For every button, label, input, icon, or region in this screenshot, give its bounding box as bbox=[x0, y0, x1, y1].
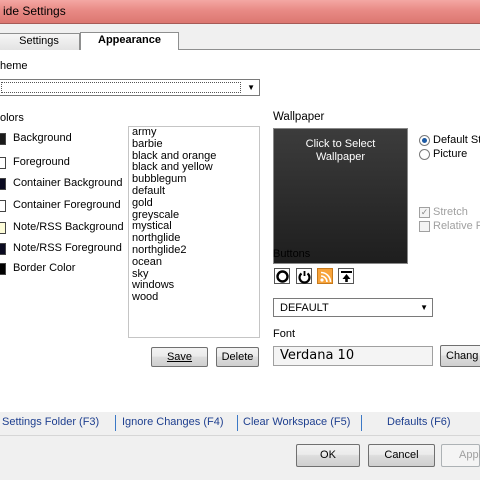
list-item[interactable]: wood bbox=[129, 291, 259, 304]
shortcut-bar: Settings Folder (F3) Ignore Changes (F4)… bbox=[0, 414, 480, 432]
theme-label: heme bbox=[0, 60, 28, 72]
title-bar: ide Settings bbox=[0, 0, 480, 24]
separator bbox=[115, 415, 116, 431]
round-button-icon[interactable] bbox=[274, 268, 290, 284]
theme-select-focus bbox=[1, 82, 241, 93]
color-label: Background bbox=[13, 132, 72, 144]
color-label: Border Color bbox=[13, 262, 76, 274]
separator bbox=[361, 415, 362, 431]
delete-button-label: Delete bbox=[221, 351, 254, 363]
color-label: Note/RSS Background bbox=[13, 221, 124, 233]
color-label: Note/RSS Foreground bbox=[13, 242, 122, 254]
power-button-icon[interactable] bbox=[296, 268, 312, 284]
font-label: Font bbox=[273, 328, 296, 340]
apply-button[interactable]: Appl bbox=[441, 444, 480, 467]
default-style-label: Default Sty bbox=[433, 134, 480, 146]
wallpaper-hint: Click to Select Wallpaper bbox=[274, 138, 407, 164]
stretch-label: Stretch bbox=[433, 206, 468, 218]
list-item[interactable]: ocean bbox=[129, 256, 259, 269]
tab-strip: Settings Appearance bbox=[0, 32, 480, 50]
wallpaper-hint-line2: Wallpaper bbox=[315, 151, 366, 163]
relative-label: Relative Po bbox=[433, 220, 480, 232]
cancel-button[interactable]: Cancel bbox=[368, 444, 435, 467]
color-swatch[interactable] bbox=[0, 157, 6, 169]
color-swatch[interactable] bbox=[0, 243, 6, 255]
color-swatch[interactable] bbox=[0, 263, 6, 275]
theme-select[interactable]: ▼ bbox=[0, 79, 260, 96]
relative-checkbox[interactable] bbox=[419, 221, 430, 232]
clear-workspace-link[interactable]: Clear Workspace (F5) bbox=[243, 414, 350, 432]
defaults-link[interactable]: Defaults (F6) bbox=[387, 414, 451, 432]
settings-folder-link[interactable]: Settings Folder (F3) bbox=[2, 414, 99, 432]
picture-label: Picture bbox=[433, 148, 468, 160]
change-font-label: Chang bbox=[446, 350, 479, 362]
color-swatch[interactable] bbox=[0, 222, 6, 234]
chevron-down-icon: ▼ bbox=[247, 83, 255, 92]
cancel-button-label: Cancel bbox=[384, 449, 419, 461]
font-value: Verdana 10 bbox=[280, 348, 355, 363]
default-style-radio[interactable] bbox=[419, 135, 430, 146]
color-label: Foreground bbox=[13, 156, 70, 168]
color-swatch[interactable] bbox=[0, 178, 6, 190]
buttons-label: Buttons bbox=[273, 248, 311, 260]
divider bbox=[0, 435, 480, 436]
ignore-changes-link[interactable]: Ignore Changes (F4) bbox=[122, 414, 224, 432]
stretch-checkbox[interactable]: ✓ bbox=[419, 207, 430, 218]
theme-list[interactable]: army barbie black and orange black and y… bbox=[128, 126, 260, 338]
color-swatch[interactable] bbox=[0, 200, 6, 212]
tab-settings[interactable]: Settings bbox=[0, 33, 80, 50]
change-font-button[interactable]: Chang bbox=[440, 345, 480, 367]
separator bbox=[237, 415, 238, 431]
ok-button-label: OK bbox=[320, 449, 336, 461]
delete-button[interactable]: Delete bbox=[216, 347, 259, 367]
tab-appearance[interactable]: Appearance bbox=[80, 32, 179, 50]
tab-appearance-label: Appearance bbox=[98, 34, 161, 46]
color-label: Container Foreground bbox=[13, 199, 121, 211]
list-item[interactable]: northglide2 bbox=[129, 244, 259, 257]
upload-icon[interactable] bbox=[338, 268, 354, 284]
list-item[interactable]: default bbox=[129, 185, 259, 198]
ok-button[interactable]: OK bbox=[296, 444, 360, 467]
wallpaper-hint-line1: Click to Select bbox=[305, 138, 376, 150]
wallpaper-label: Wallpaper bbox=[273, 111, 325, 123]
window-title: ide Settings bbox=[3, 4, 66, 18]
appearance-panel: heme ▼ olors Background Foreground Conta… bbox=[0, 50, 480, 412]
button-style-select[interactable]: DEFAULT ▼ bbox=[273, 298, 433, 317]
list-item[interactable]: barbie bbox=[129, 138, 259, 151]
apply-button-label: Appl bbox=[459, 449, 480, 461]
picture-radio[interactable] bbox=[419, 149, 430, 160]
font-field[interactable]: Verdana 10 bbox=[273, 346, 433, 366]
rss-icon[interactable] bbox=[317, 268, 333, 284]
save-button-label: Save bbox=[166, 351, 193, 363]
color-swatch[interactable] bbox=[0, 133, 6, 145]
list-item[interactable]: gold bbox=[129, 197, 259, 210]
chevron-down-icon: ▼ bbox=[420, 303, 428, 312]
button-style-value: DEFAULT bbox=[280, 302, 329, 314]
wallpaper-preview[interactable]: Click to Select Wallpaper bbox=[273, 128, 408, 264]
save-button[interactable]: Save bbox=[151, 347, 208, 367]
tab-settings-label: Settings bbox=[19, 35, 59, 47]
colors-label: olors bbox=[0, 112, 24, 124]
color-label: Container Background bbox=[13, 177, 123, 189]
